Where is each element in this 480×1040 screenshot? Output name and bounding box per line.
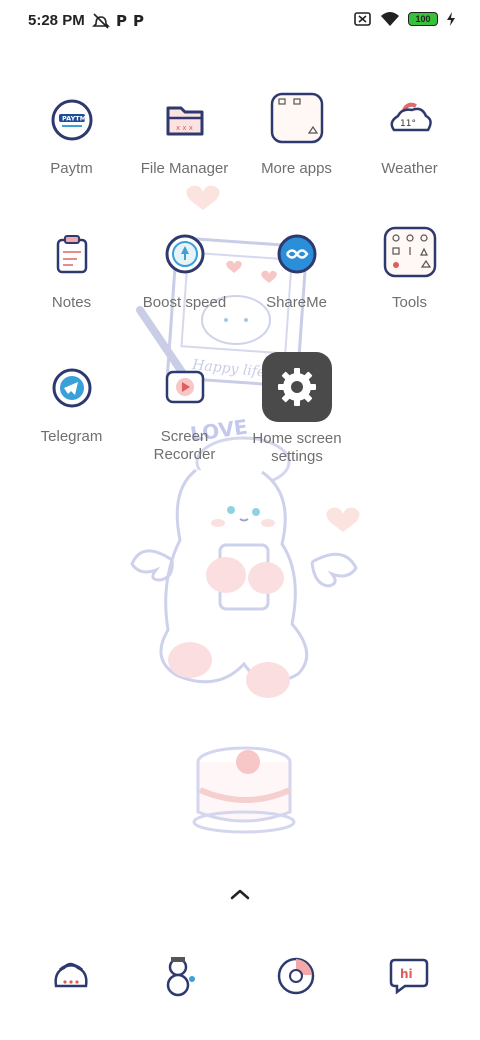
app-label-telegram: Telegram xyxy=(40,428,103,445)
notes-clipboard-icon xyxy=(56,235,87,274)
alarm-off-icon xyxy=(92,13,110,29)
browser-icon xyxy=(277,957,315,995)
dock-phone[interactable] xyxy=(41,948,101,1004)
more-apps-folder-icon xyxy=(270,92,323,144)
app-boost-speed[interactable]: Boost speed xyxy=(128,228,241,312)
app-label-weather: Weather xyxy=(381,160,438,177)
screen-recorder-icon xyxy=(165,370,204,404)
app-label-shareme: ShareMe xyxy=(266,294,327,311)
home-screen-settings-label: Home screen settings xyxy=(252,430,342,465)
app-paytm[interactable]: PAYTM Paytm xyxy=(15,94,128,178)
phone-icon xyxy=(54,962,88,988)
app-label-boost-speed: Boost speed xyxy=(142,294,227,311)
app-file-manager[interactable]: x x x File Manager xyxy=(128,94,241,178)
battery-level: 100 xyxy=(415,14,431,24)
app-screen-recorder[interactable]: Screen Recorder xyxy=(128,362,241,464)
tools-folder-icon xyxy=(383,226,436,278)
sim-none-icon xyxy=(354,12,371,26)
app-weather[interactable]: 11° Weather xyxy=(353,94,466,178)
folder-more-apps[interactable]: More apps xyxy=(240,90,353,178)
gear-icon xyxy=(278,368,316,406)
paytm-p-icon: P xyxy=(116,12,127,30)
folder-icon: x x x xyxy=(166,106,203,136)
app-shareme[interactable]: ShareMe xyxy=(240,228,353,312)
dock-browser[interactable] xyxy=(266,948,326,1004)
messages-hi-icon: hi xyxy=(389,958,429,995)
app-notes[interactable]: Notes xyxy=(15,228,128,312)
dock-messages[interactable]: hi xyxy=(379,948,439,1004)
svg-text:x x x: x x x xyxy=(176,124,193,132)
paytm-icon: PAYTM xyxy=(51,99,92,141)
snowman-icon xyxy=(166,957,195,997)
svg-text:11°: 11° xyxy=(400,119,416,129)
chevron-up-icon[interactable] xyxy=(228,886,252,902)
dock: hi xyxy=(0,948,480,1008)
wifi-icon xyxy=(381,12,399,26)
svg-text:PAYTM: PAYTM xyxy=(62,115,86,123)
app-label-notes: Notes xyxy=(51,294,92,311)
dock-contacts[interactable] xyxy=(150,948,210,1004)
boost-speed-icon xyxy=(165,234,204,274)
status-time: 5:28 PM xyxy=(28,12,85,29)
paytm-p-icon: P xyxy=(133,12,144,30)
app-label-file-manager: File Manager xyxy=(140,160,229,177)
weather-cloud-icon: 11° xyxy=(390,102,432,132)
app-label-more-apps: More apps xyxy=(261,160,332,177)
telegram-icon xyxy=(52,368,91,408)
app-label-paytm: Paytm xyxy=(50,160,93,177)
app-label-tools: Tools xyxy=(391,294,428,311)
app-telegram[interactable]: Telegram xyxy=(15,362,128,446)
home-screen-settings-button[interactable] xyxy=(262,352,332,422)
folder-tools[interactable]: Tools xyxy=(353,224,466,312)
status-bar: 5:28 PM P P 100 xyxy=(0,0,480,44)
charging-icon xyxy=(447,12,455,26)
svg-text:hi: hi xyxy=(400,967,413,981)
app-label-screen-recorder: Screen Recorder xyxy=(153,428,216,463)
shareme-icon xyxy=(277,234,316,274)
battery-icon: 100 xyxy=(408,12,438,26)
